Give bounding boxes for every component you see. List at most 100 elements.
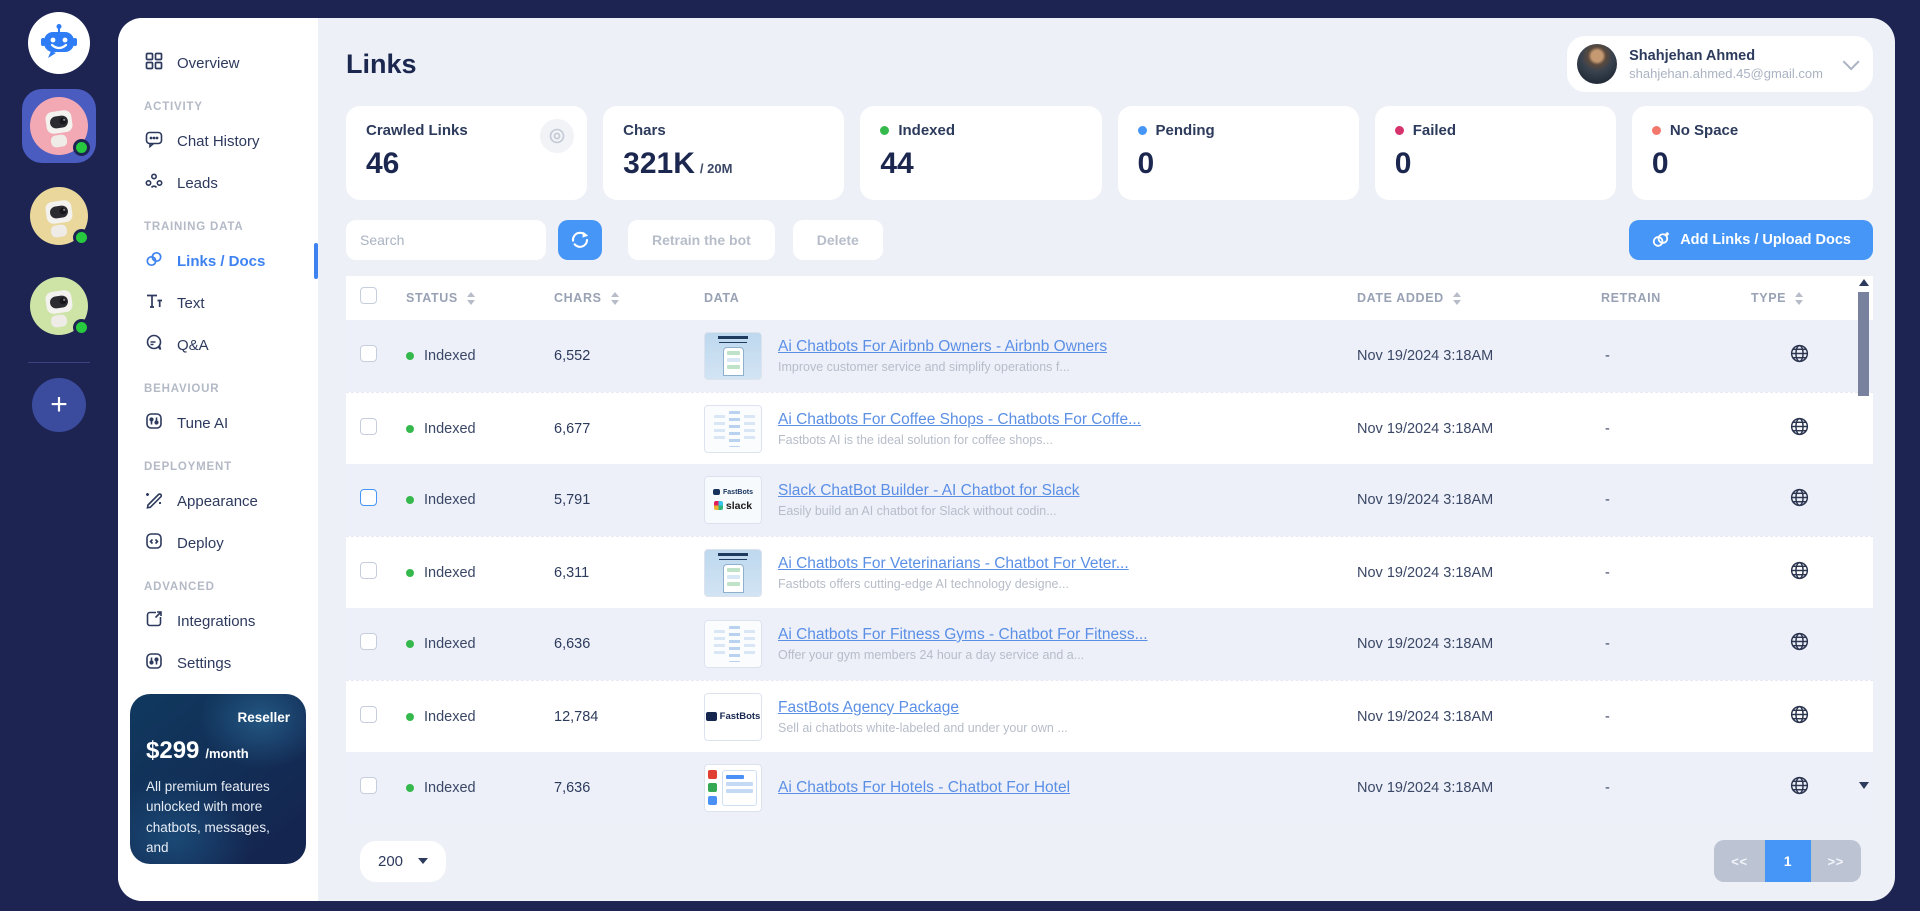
reseller-upgrade-card[interactable]: Reseller $299/month All premium features… xyxy=(130,694,306,864)
sidebar-item-integrations[interactable]: Integrations xyxy=(118,600,318,642)
row-checkbox[interactable] xyxy=(360,562,377,579)
search-input[interactable] xyxy=(346,220,546,260)
table-scrollbar[interactable] xyxy=(1857,276,1871,825)
row-status-label: Indexed xyxy=(424,636,476,652)
sidebar-item-text[interactable]: Text xyxy=(118,282,318,324)
tune-icon xyxy=(144,411,164,435)
green-bot-avatar-image xyxy=(30,277,88,335)
row-title-link[interactable]: FastBots Agency Package xyxy=(778,699,1068,717)
row-chars: 6,311 xyxy=(554,565,704,581)
sidebar-item-chat-history[interactable]: Chat History xyxy=(118,120,318,162)
stat-value: 0 xyxy=(1138,147,1339,181)
indexed-status-dot xyxy=(406,425,414,433)
sort-icon[interactable] xyxy=(1795,292,1803,305)
row-retrain: - xyxy=(1601,492,1751,508)
row-checkbox[interactable] xyxy=(360,489,377,506)
row-title-link[interactable]: Ai Chatbots For Coffee Shops - Chatbots … xyxy=(778,411,1141,429)
row-checkbox[interactable] xyxy=(360,777,377,794)
globe-icon xyxy=(1789,416,1810,442)
row-title-link[interactable]: Ai Chatbots For Airbnb Owners - Airbnb O… xyxy=(778,338,1107,356)
sidebar-item-appearance[interactable]: Appearance xyxy=(118,480,318,522)
bot-avatar-pink-bot[interactable] xyxy=(22,89,96,163)
row-checkbox-cell xyxy=(360,345,406,367)
sidebar-item-tune-ai[interactable]: Tune AI xyxy=(118,402,318,444)
row-status: Indexed xyxy=(406,565,554,581)
page-size-dropdown[interactable]: 200 xyxy=(360,841,446,882)
row-date-added: Nov 19/2024 3:18AM xyxy=(1357,780,1601,796)
row-status: Indexed xyxy=(406,709,554,725)
prev-page-button[interactable]: << xyxy=(1714,840,1764,882)
scrollbar-thumb[interactable] xyxy=(1858,292,1869,396)
user-name: Shahjehan Ahmed xyxy=(1629,48,1823,64)
stat-label: Failed xyxy=(1395,122,1596,139)
visibility-icon[interactable] xyxy=(540,119,574,153)
row-title-link[interactable]: Ai Chatbots For Hotels - Chatbot For Hot… xyxy=(778,779,1070,797)
delete-button[interactable]: Delete xyxy=(793,220,883,260)
row-title-link[interactable]: Ai Chatbots For Veterinarians - Chatbot … xyxy=(778,555,1129,573)
user-profile-menu[interactable]: Shahjehan Ahmed shahjehan.ahmed.45@gmail… xyxy=(1567,36,1873,92)
row-subtitle: Fastbots AI is the ideal solution for co… xyxy=(778,433,1141,447)
add-links-upload-docs-button[interactable]: Add Links / Upload Docs xyxy=(1629,220,1873,260)
bot-avatar-green-bot[interactable] xyxy=(22,269,96,343)
sidebar-section-activity: ACTIVITY xyxy=(118,84,318,120)
globe-icon xyxy=(1789,775,1810,801)
yellow-bot-avatar-image xyxy=(30,187,88,245)
row-title-link[interactable]: Ai Chatbots For Fitness Gyms - Chatbot F… xyxy=(778,626,1148,644)
row-data-text: Ai Chatbots For Coffee Shops - Chatbots … xyxy=(778,411,1141,447)
text-icon xyxy=(144,291,164,315)
table-row: Indexed12,784FastBotsFastBots Agency Pac… xyxy=(346,680,1873,752)
row-thumbnail xyxy=(704,764,762,812)
user-email: shahjehan.ahmed.45@gmail.com xyxy=(1629,66,1823,81)
current-page-button[interactable]: 1 xyxy=(1765,840,1811,882)
row-chars: 5,791 xyxy=(554,492,704,508)
main-panel: Links Shahjehan Ahmed shahjehan.ahmed.45… xyxy=(318,18,1895,901)
online-status-dot xyxy=(73,139,90,156)
scroll-up-icon[interactable] xyxy=(1859,279,1869,286)
sidebar-item-overview[interactable]: Overview xyxy=(118,42,318,84)
row-checkbox[interactable] xyxy=(360,633,377,650)
app-root: + OverviewACTIVITYChat HistoryLeadsTRAIN… xyxy=(0,0,1920,911)
stat-label-text: Chars xyxy=(623,122,666,139)
stat-value: 0 xyxy=(1652,147,1853,181)
row-checkbox[interactable] xyxy=(360,418,377,435)
retrain-bot-button[interactable]: Retrain the bot xyxy=(628,220,775,260)
online-status-dot xyxy=(73,319,90,336)
row-title-link[interactable]: Slack ChatBot Builder - AI Chatbot for S… xyxy=(778,482,1080,500)
fastbots-logo-icon[interactable] xyxy=(28,12,90,74)
scroll-down-icon[interactable] xyxy=(1859,782,1869,789)
table-row: Indexed7,636Ai Chatbots For Hotels - Cha… xyxy=(346,752,1873,824)
reseller-period: /month xyxy=(205,746,248,761)
row-checkbox[interactable] xyxy=(360,345,377,362)
sidebar-item-links-docs[interactable]: Links / Docs xyxy=(118,240,318,282)
row-date-added: Nov 19/2024 3:18AM xyxy=(1357,421,1601,437)
bot-avatar-yellow-bot[interactable] xyxy=(22,179,96,253)
refresh-button[interactable] xyxy=(558,220,602,260)
sidebar-item-leads[interactable]: Leads xyxy=(118,162,318,204)
sort-icon[interactable] xyxy=(467,292,475,305)
reseller-price: $299 xyxy=(146,737,199,764)
add-bot-button[interactable]: + xyxy=(32,378,86,432)
row-type-cell xyxy=(1751,487,1847,513)
row-retrain: - xyxy=(1601,780,1751,796)
row-date-added: Nov 19/2024 3:18AM xyxy=(1357,492,1601,508)
select-all-checkbox[interactable] xyxy=(360,287,377,304)
sidebar-item-q-a[interactable]: Q&A xyxy=(118,324,318,366)
globe-icon xyxy=(1789,487,1810,513)
row-subtitle: Sell ai chatbots white-labeled and under… xyxy=(778,721,1068,735)
pagination: << 1 >> xyxy=(1714,840,1861,882)
row-type-cell xyxy=(1751,631,1847,657)
sidebar-item-settings[interactable]: Settings xyxy=(118,642,318,684)
next-page-button[interactable]: >> xyxy=(1811,840,1861,882)
stat-card-failed: Failed0 xyxy=(1375,106,1616,200)
row-chars: 7,636 xyxy=(554,780,704,796)
reseller-badge: Reseller xyxy=(146,710,290,725)
sort-icon[interactable] xyxy=(1453,292,1461,305)
status-dot-icon xyxy=(1652,126,1661,135)
row-data-cell: FastBotsFastBots Agency PackageSell ai c… xyxy=(704,693,1357,741)
sidebar-item-deploy[interactable]: Deploy xyxy=(118,522,318,564)
row-checkbox[interactable] xyxy=(360,706,377,723)
row-data-text: FastBots Agency Package Sell ai chatbots … xyxy=(778,699,1068,735)
sort-icon[interactable] xyxy=(611,292,619,305)
row-type-cell xyxy=(1751,775,1847,801)
sidebar-section-deployment: DEPLOYMENT xyxy=(118,444,318,480)
